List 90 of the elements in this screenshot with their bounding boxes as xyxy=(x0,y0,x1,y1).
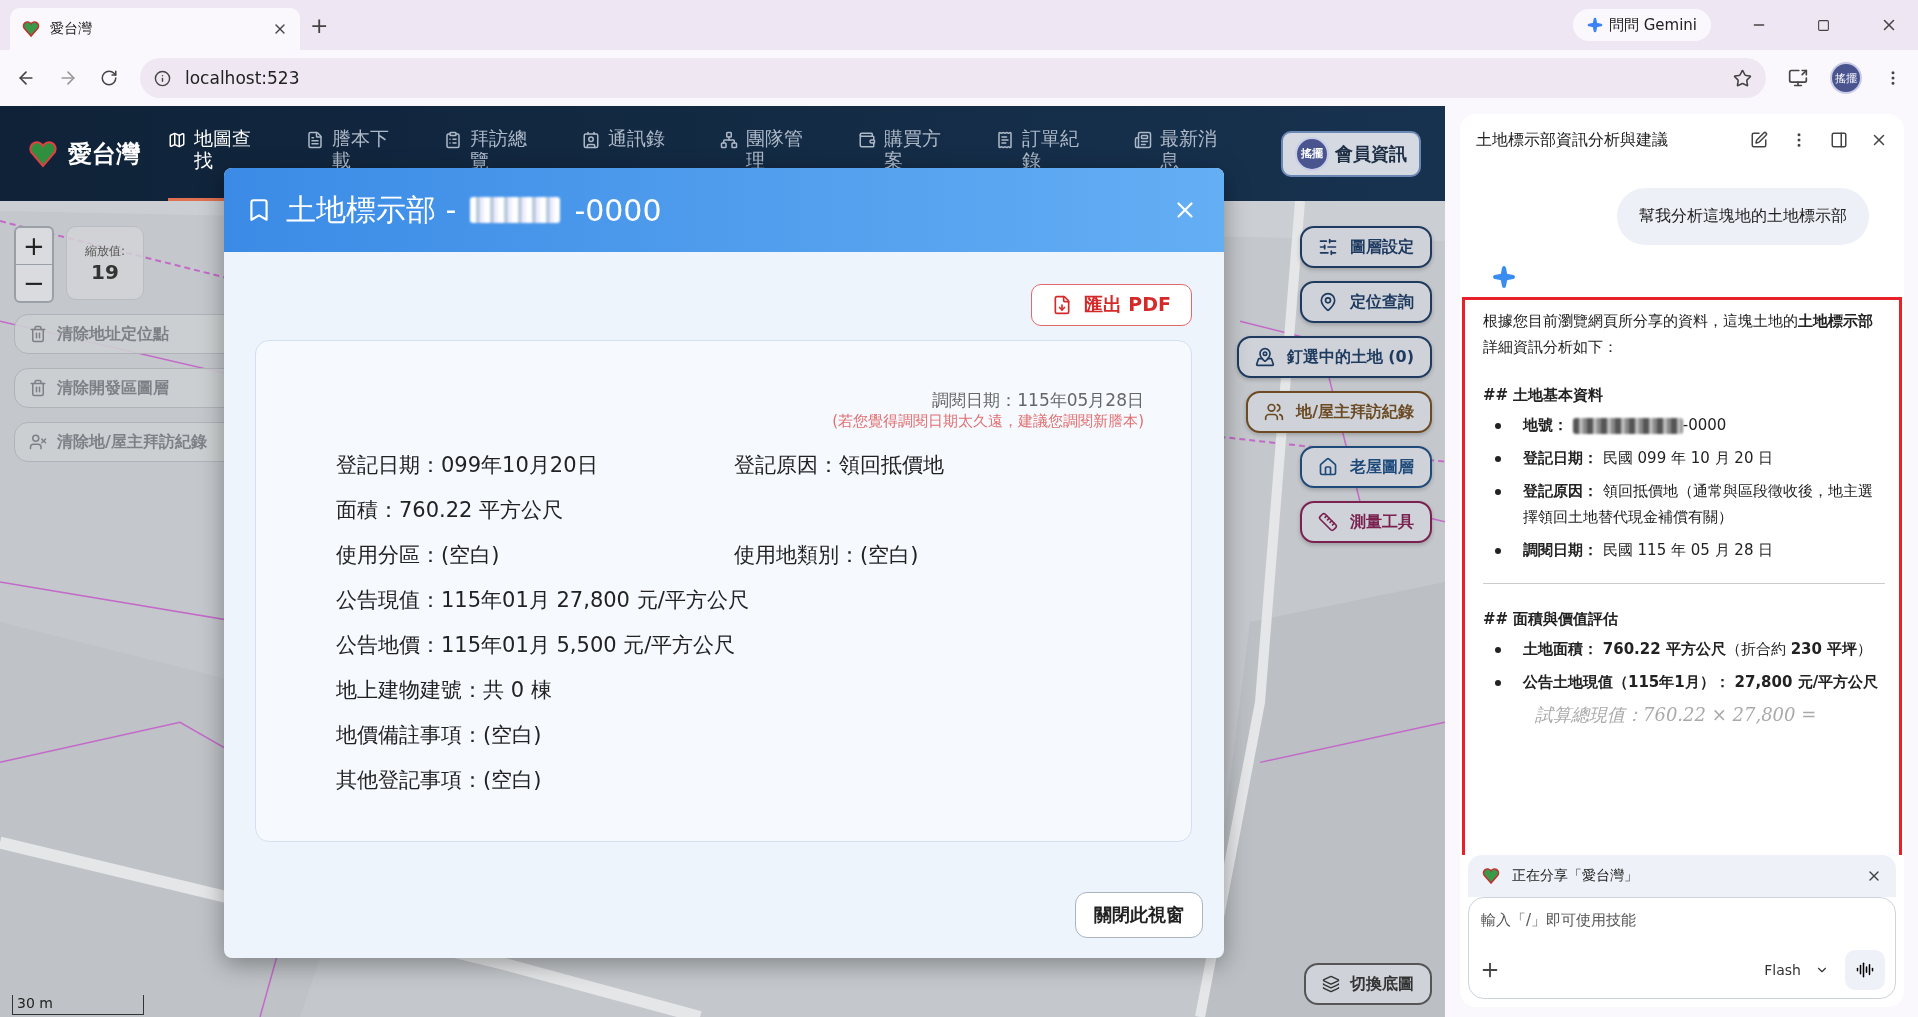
sidebar-icon[interactable] xyxy=(1830,131,1848,149)
bullet-icon xyxy=(1495,489,1501,495)
map-tool-button[interactable]: 老屋圖層 xyxy=(1300,446,1432,488)
response-text: 根據您目前瀏覽網頁所分享的資料，這塊土地的土地標示部詳細資訊分析如下： xyxy=(1483,311,1874,358)
sharing-text: 正在分享「愛台灣」 xyxy=(1512,867,1639,885)
field-text: 其他登記事項：(空白) xyxy=(336,767,542,794)
query-date: 調閱日期：115年05月28日 xyxy=(932,389,1144,412)
list-item-text: 調閱日期： 民國 115 年 05 月 28 日 xyxy=(1523,540,1774,561)
map-pin-icon xyxy=(1254,347,1275,367)
member-button[interactable]: 搖擺 會員資訊 xyxy=(1281,130,1421,177)
new-tab-button[interactable]: + xyxy=(310,12,329,38)
land-number: -0000 xyxy=(574,192,662,228)
map-tool-button[interactable]: 定位查詢 xyxy=(1300,281,1432,323)
brand-name: 愛台灣 xyxy=(68,138,140,170)
zoom-value: 19 xyxy=(91,259,119,284)
formula-text: 試算總現值：760.22 × 27,800 = xyxy=(1534,703,1818,727)
user-x-icon xyxy=(29,433,47,451)
field-text: 地上建物建號：共 0 棟 xyxy=(336,677,552,704)
layers-icon xyxy=(1322,975,1340,993)
users-icon xyxy=(1264,402,1285,422)
prompt-field[interactable]: 輸入「/」即可使用技能 Flash xyxy=(1468,897,1896,999)
list-item-text: 土地面積： 760.22 平方公尺（折合約 230 平坪） xyxy=(1523,639,1873,660)
export-pdf-button[interactable]: 匯出 PDF xyxy=(1030,284,1192,326)
restore-icon[interactable] xyxy=(1817,18,1830,32)
field-text: 公告現值：115年01月 27,800 元/平方公尺 xyxy=(336,587,749,614)
sparkle-icon xyxy=(1586,17,1603,33)
trash-icon xyxy=(29,379,47,397)
section-heading: ## 土地基本資料 xyxy=(1483,386,1605,405)
zoom-label: 縮放值: xyxy=(84,242,125,260)
info-icon[interactable] xyxy=(154,69,171,87)
ruler-icon xyxy=(1318,512,1338,532)
trash-icon xyxy=(29,325,47,343)
close-window-button[interactable]: 關閉此視窗 xyxy=(1075,892,1203,938)
bullet-icon xyxy=(1495,548,1501,554)
nav-tab[interactable]: 訂單紀錄 xyxy=(996,106,1134,201)
model-selector[interactable]: Flash xyxy=(1758,961,1835,979)
panel-title: 土地標示部資訊分析與建議 xyxy=(1476,129,1669,151)
field-text: 公告地價：115年01月 5,500 元/平方公尺 xyxy=(336,632,736,659)
url-text: localhost:523 xyxy=(185,68,301,88)
heart-icon xyxy=(1482,867,1500,885)
edit-icon[interactable] xyxy=(1750,131,1768,149)
heart-icon xyxy=(22,20,40,38)
nav-icon xyxy=(168,131,186,149)
list-item-text: 公告土地現值（115年1月）： 27,800 元/平方公尺 xyxy=(1523,672,1879,693)
nav-icon xyxy=(444,131,462,149)
zoom-out-button[interactable]: − xyxy=(16,265,52,301)
zoom-in-button[interactable]: + xyxy=(16,228,52,264)
house-icon xyxy=(1318,457,1338,477)
audio-icon xyxy=(1856,961,1874,979)
nav-icon xyxy=(858,131,876,149)
query-note: (若您覺得調閱日期太久遠，建議您調閱新謄本) xyxy=(832,412,1144,431)
nav-icon xyxy=(720,131,738,149)
list-item-text: 地號： -0000 xyxy=(1523,415,1727,436)
sparkle-icon xyxy=(1492,265,1516,289)
nav-icon xyxy=(582,131,600,149)
field-text: 使用分區：(空白) xyxy=(336,542,501,569)
map-tool-button[interactable]: 地/屋主拜訪紀錄 xyxy=(1246,391,1432,433)
bullet-icon xyxy=(1495,423,1501,429)
gemini-button[interactable]: 問問 Gemini xyxy=(1572,9,1711,41)
field-text: 地價備註事項：(空白) xyxy=(336,722,542,749)
voice-button[interactable] xyxy=(1845,950,1885,990)
sliders-icon xyxy=(1318,237,1338,257)
tab-title: 愛台灣 xyxy=(50,20,93,38)
bullet-icon xyxy=(1495,680,1501,686)
user-message: 幫我分析這塊地的土地標示部 xyxy=(1617,188,1869,245)
bullet-icon xyxy=(1495,647,1501,653)
map-tool-button[interactable]: 測量工具 xyxy=(1300,501,1432,543)
nav-icon xyxy=(1134,131,1152,149)
section-heading: ## 面積與價值評估 xyxy=(1483,610,1620,629)
list-item-text: 登記原因： 領回抵價地（通常與區段徵收後，地主選擇領回土地替代現金補償有關） xyxy=(1523,481,1874,528)
pin-icon xyxy=(1318,292,1338,312)
list-item-text: 登記日期： 民國 099 年 10 月 20 日 xyxy=(1523,448,1774,469)
scale-bar: 30 m xyxy=(12,995,144,1015)
member-avatar: 搖擺 xyxy=(1295,136,1329,171)
basemap-button[interactable]: 切換底圖 xyxy=(1304,963,1432,1005)
field-text: 面積：760.22 平方公尺 xyxy=(336,497,564,524)
reload-icon[interactable] xyxy=(100,69,118,87)
browser-tab[interactable]: 愛台灣 xyxy=(10,8,300,50)
field-text: 使用地類別：(空白) xyxy=(734,542,920,569)
map-tool-button[interactable]: 圖層設定 xyxy=(1300,226,1432,268)
logo-icon xyxy=(28,138,58,169)
address-bar[interactable]: localhost:523 xyxy=(140,58,1766,98)
star-icon[interactable] xyxy=(1733,68,1752,88)
field-text: 登記原因：領回抵價地 xyxy=(734,452,945,479)
nav-icon xyxy=(996,131,1014,149)
bullet-icon xyxy=(1495,456,1501,462)
field-text: 登記日期：099年10月20日 xyxy=(336,452,599,479)
profile-avatar[interactable]: 搖擺 xyxy=(1830,62,1862,94)
nav-icon xyxy=(306,131,324,149)
map-tool-button[interactable]: 釘選中的土地 (0) xyxy=(1236,336,1432,378)
